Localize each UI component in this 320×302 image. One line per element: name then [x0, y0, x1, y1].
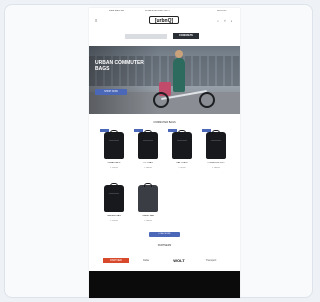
product-name[interactable]: DAILY PACK — [168, 162, 196, 164]
product-card[interactable]: CITY BAG € 149,00 — [134, 129, 162, 171]
partner-logo[interactable]: PARTNER — [103, 258, 129, 263]
bicycle-wheel — [153, 92, 169, 108]
product-image[interactable] — [206, 130, 226, 159]
partner-logo[interactable]: Cube — [135, 258, 157, 263]
section-title: COMMUTER BAGS — [153, 121, 176, 124]
product-card[interactable]: PANNIER BAG € 119,00 — [100, 182, 128, 224]
product-price: € 99,00 — [178, 167, 186, 169]
product-card[interactable]: URBAN PACK € 129,00 — [100, 129, 128, 171]
product-price: € 169,00 — [212, 167, 220, 169]
promo-tag: CONCRETE — [173, 33, 199, 39]
product-name[interactable]: CITY BAG — [134, 162, 162, 164]
product-name[interactable]: TRAVEL BAG — [134, 215, 162, 217]
topbar-item: FREE SHIPPING — [109, 10, 125, 12]
product-card[interactable]: COMMUTER PRO € 169,00 — [202, 129, 230, 171]
product-name[interactable]: PANNIER BAG — [100, 215, 128, 217]
site-footer — [89, 271, 240, 298]
product-price: € 119,00 — [110, 220, 118, 222]
hero-person — [173, 58, 185, 92]
load-more-button[interactable]: LOAD MORE — [149, 232, 180, 237]
product-image[interactable] — [104, 130, 124, 159]
webpage: FREE SHIPPING 30 DAYS RETURN POLICY SUPP… — [89, 8, 240, 298]
product-image[interactable] — [138, 130, 158, 159]
site-header: ≡ [urbnQ] ⌕ ♡ ▪ — [89, 14, 240, 26]
product-image[interactable] — [138, 183, 158, 212]
promo-banner[interactable]: CONCRETE — [89, 28, 240, 44]
promo-image — [125, 34, 167, 39]
partners-title: PARTNERS — [157, 244, 172, 247]
bicycle-wheel — [199, 92, 215, 108]
product-name[interactable]: COMMUTER PRO — [202, 162, 230, 164]
hero-banner[interactable]: URBAN COMMUTER BAGS SHOP NOW — [89, 46, 240, 114]
topbar-item: 30 DAYS RETURN POLICY — [145, 10, 170, 12]
hero-headline: URBAN COMMUTER BAGS — [95, 60, 144, 72]
product-name[interactable]: URBAN PACK — [100, 162, 128, 164]
topbar-item: SUPPORT — [217, 10, 227, 12]
product-image[interactable] — [104, 183, 124, 212]
product-price: € 139,00 — [144, 220, 152, 222]
partner-logo[interactable]: Transport — [197, 258, 225, 263]
partner-logo[interactable]: WOLT — [167, 258, 191, 263]
site-logo[interactable]: [urbnQ] — [149, 16, 179, 24]
product-card[interactable]: TRAVEL BAG € 139,00 — [134, 182, 162, 224]
product-card[interactable]: DAILY PACK € 99,00 — [168, 129, 196, 171]
header-action-icons[interactable]: ⌕ ♡ ▪ — [217, 19, 234, 23]
product-image[interactable] — [172, 130, 192, 159]
hero-cta-button[interactable]: SHOP NOW — [95, 89, 127, 95]
product-price: € 149,00 — [144, 167, 152, 169]
hamburger-menu-icon[interactable]: ≡ — [95, 19, 97, 23]
product-price: € 129,00 — [110, 167, 118, 169]
